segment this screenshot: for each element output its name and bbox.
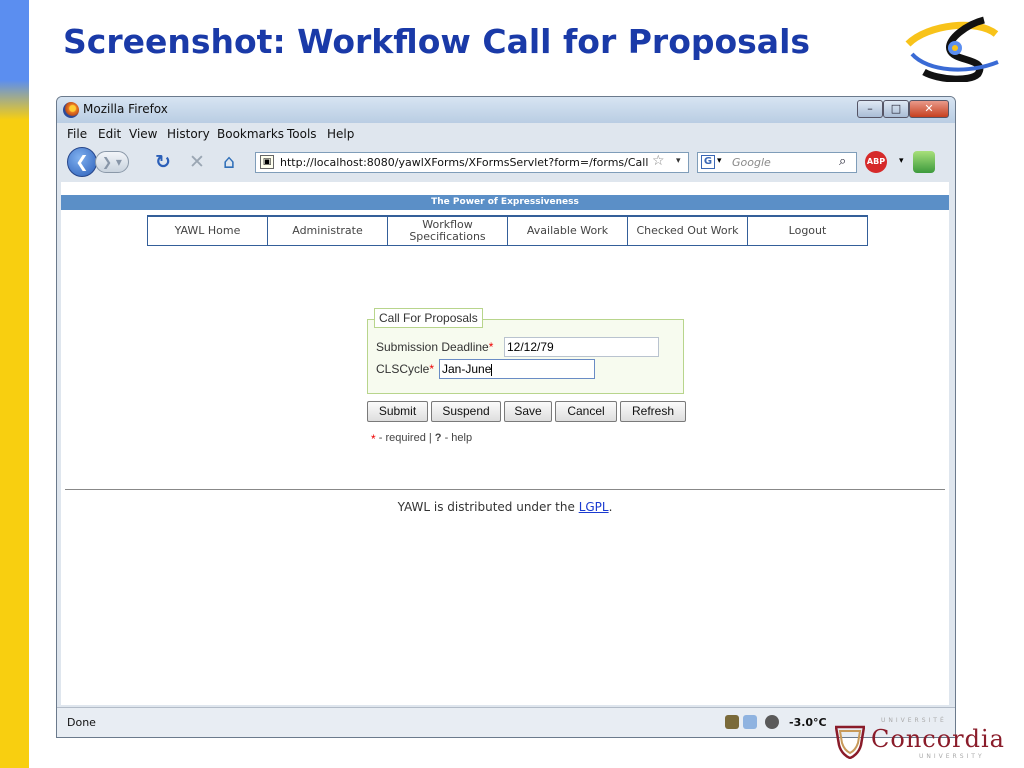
required-text: - required | — [375, 432, 435, 444]
google-icon[interactable]: G — [701, 155, 715, 169]
mail-icon[interactable] — [743, 715, 757, 729]
help-question: ? — [434, 432, 442, 444]
firefox-icon — [63, 102, 79, 118]
search-input[interactable]: Google — [732, 156, 771, 169]
menu-bookmarks[interactable]: Bookmarks — [217, 127, 284, 141]
extension-icon[interactable] — [913, 151, 935, 173]
logo-university: UNIVERSITY — [919, 753, 985, 760]
title-bar: Mozilla Firefox – □ ✕ — [57, 97, 955, 123]
menu-help[interactable]: Help — [327, 127, 354, 141]
maximize-button[interactable]: □ — [883, 100, 909, 118]
page-icon: ▣ — [260, 155, 274, 169]
nav-administrate[interactable]: Administrate — [268, 217, 388, 245]
menu-history[interactable]: History — [167, 127, 210, 141]
status-bar: Done -3.0°C — [57, 707, 955, 737]
menu-edit[interactable]: Edit — [98, 127, 121, 141]
logo-universite: UNIVERSITÉ — [881, 717, 947, 724]
footer-text: YAWL is distributed under the — [397, 500, 579, 514]
help-text: - help — [441, 432, 473, 444]
clscycle-label: CLSCycle* — [376, 362, 434, 376]
back-button[interactable]: ❮ — [67, 147, 97, 177]
required-mark: * — [429, 362, 435, 376]
banner: The Power of Expressiveness — [61, 195, 949, 210]
tray-tool-icon[interactable] — [725, 715, 739, 729]
required-mark: * — [488, 340, 494, 354]
nav-logout[interactable]: Logout — [748, 217, 868, 245]
yawl-logo-icon — [905, 16, 999, 82]
search-icon[interactable]: ⌕ — [839, 154, 846, 169]
concordia-logo: UNIVERSITÉ Concordia UNIVERSITY — [833, 715, 1013, 765]
nav-workflow-specifications[interactable]: Workflow Specifications — [388, 217, 508, 245]
search-box[interactable]: G ▾ Google ⌕ — [697, 152, 857, 173]
stop-icon[interactable]: ✕ — [189, 152, 205, 172]
menu-tools[interactable]: Tools — [287, 127, 317, 141]
field-label-text: Submission Deadline — [376, 340, 489, 354]
nav-label: Checked Out Work — [636, 224, 739, 237]
suspend-button[interactable]: Suspend — [431, 401, 501, 422]
page-content: The Power of Expressiveness YAWL Home Ad… — [61, 182, 949, 705]
form-legend: Call For Proposals — [374, 308, 483, 328]
footer-suffix: . — [608, 500, 613, 514]
menu-file[interactable]: File — [67, 127, 87, 141]
divider — [65, 489, 945, 490]
nav-label: Administrate — [292, 224, 363, 237]
navigation-toolbar: ❮ ❯ ▾ ↻ ✕ ⌂ ▣ http://localhost:8080/yawl… — [57, 144, 955, 178]
concordia-shield-icon — [835, 725, 865, 759]
forward-button[interactable]: ❯ ▾ — [95, 151, 129, 173]
text-caret — [491, 363, 493, 376]
submission-deadline-input[interactable]: 12/12/79 — [504, 337, 659, 357]
logo-concordia: Concordia — [871, 725, 1005, 753]
slide-title: Screenshot: Workflow Call for Proposals — [63, 22, 811, 61]
url-text[interactable]: http://localhost:8080/yawlXForms/XFormsS… — [280, 156, 648, 169]
minimize-button[interactable]: – — [857, 100, 883, 118]
field-label-text: CLSCycle — [376, 362, 430, 376]
nav-label: Available Work — [526, 224, 609, 237]
submit-button[interactable]: Submit — [367, 401, 428, 422]
clscycle-value: Jan-June — [442, 362, 492, 376]
clscycle-input[interactable]: Jan-June — [439, 359, 595, 379]
menu-bar: File Edit View History Bookmarks Tools H… — [57, 124, 955, 144]
url-dropdown-icon[interactable]: ▾ — [676, 156, 681, 166]
submission-deadline-label: Submission Deadline* — [376, 340, 493, 354]
nav-available-work[interactable]: Available Work — [508, 217, 628, 245]
lgpl-link[interactable]: LGPL — [579, 500, 609, 514]
nav-label: Logout — [788, 224, 827, 237]
menu-view[interactable]: View — [129, 127, 157, 141]
temperature: -3.0°C — [789, 716, 827, 729]
reload-icon[interactable]: ↻ — [155, 152, 171, 172]
browser-window: Mozilla Firefox – □ ✕ File Edit View His… — [56, 96, 956, 738]
close-button[interactable]: ✕ — [909, 100, 949, 118]
search-engine-dropdown-icon[interactable]: ▾ — [717, 156, 722, 166]
weather-icon[interactable] — [765, 715, 779, 729]
nav-yawl-home[interactable]: YAWL Home — [148, 217, 268, 245]
refresh-button[interactable]: Refresh — [620, 401, 686, 422]
url-bar[interactable]: ▣ http://localhost:8080/yawlXForms/XForm… — [255, 152, 689, 173]
home-icon[interactable]: ⌂ — [223, 152, 235, 172]
adblock-dropdown-icon[interactable]: ▾ — [899, 156, 904, 166]
cancel-button[interactable]: Cancel — [555, 401, 617, 422]
nav-label: YAWL Home — [174, 224, 241, 237]
footer: YAWL is distributed under the LGPL. — [61, 500, 949, 514]
nav-checked-out-work[interactable]: Checked Out Work — [628, 217, 748, 245]
nav-label-line2: Specifications — [409, 230, 486, 243]
window-title: Mozilla Firefox — [83, 102, 168, 116]
status-text: Done — [67, 716, 96, 729]
bookmark-star-icon[interactable]: ☆ — [652, 153, 665, 169]
save-button[interactable]: Save — [504, 401, 552, 422]
yawl-nav: YAWL Home Administrate Workflow Specifica… — [147, 215, 868, 246]
slide-accent-bar — [0, 0, 29, 768]
help-note: * - required | ? - help — [371, 432, 472, 446]
adblock-icon[interactable]: ABP — [865, 151, 887, 173]
